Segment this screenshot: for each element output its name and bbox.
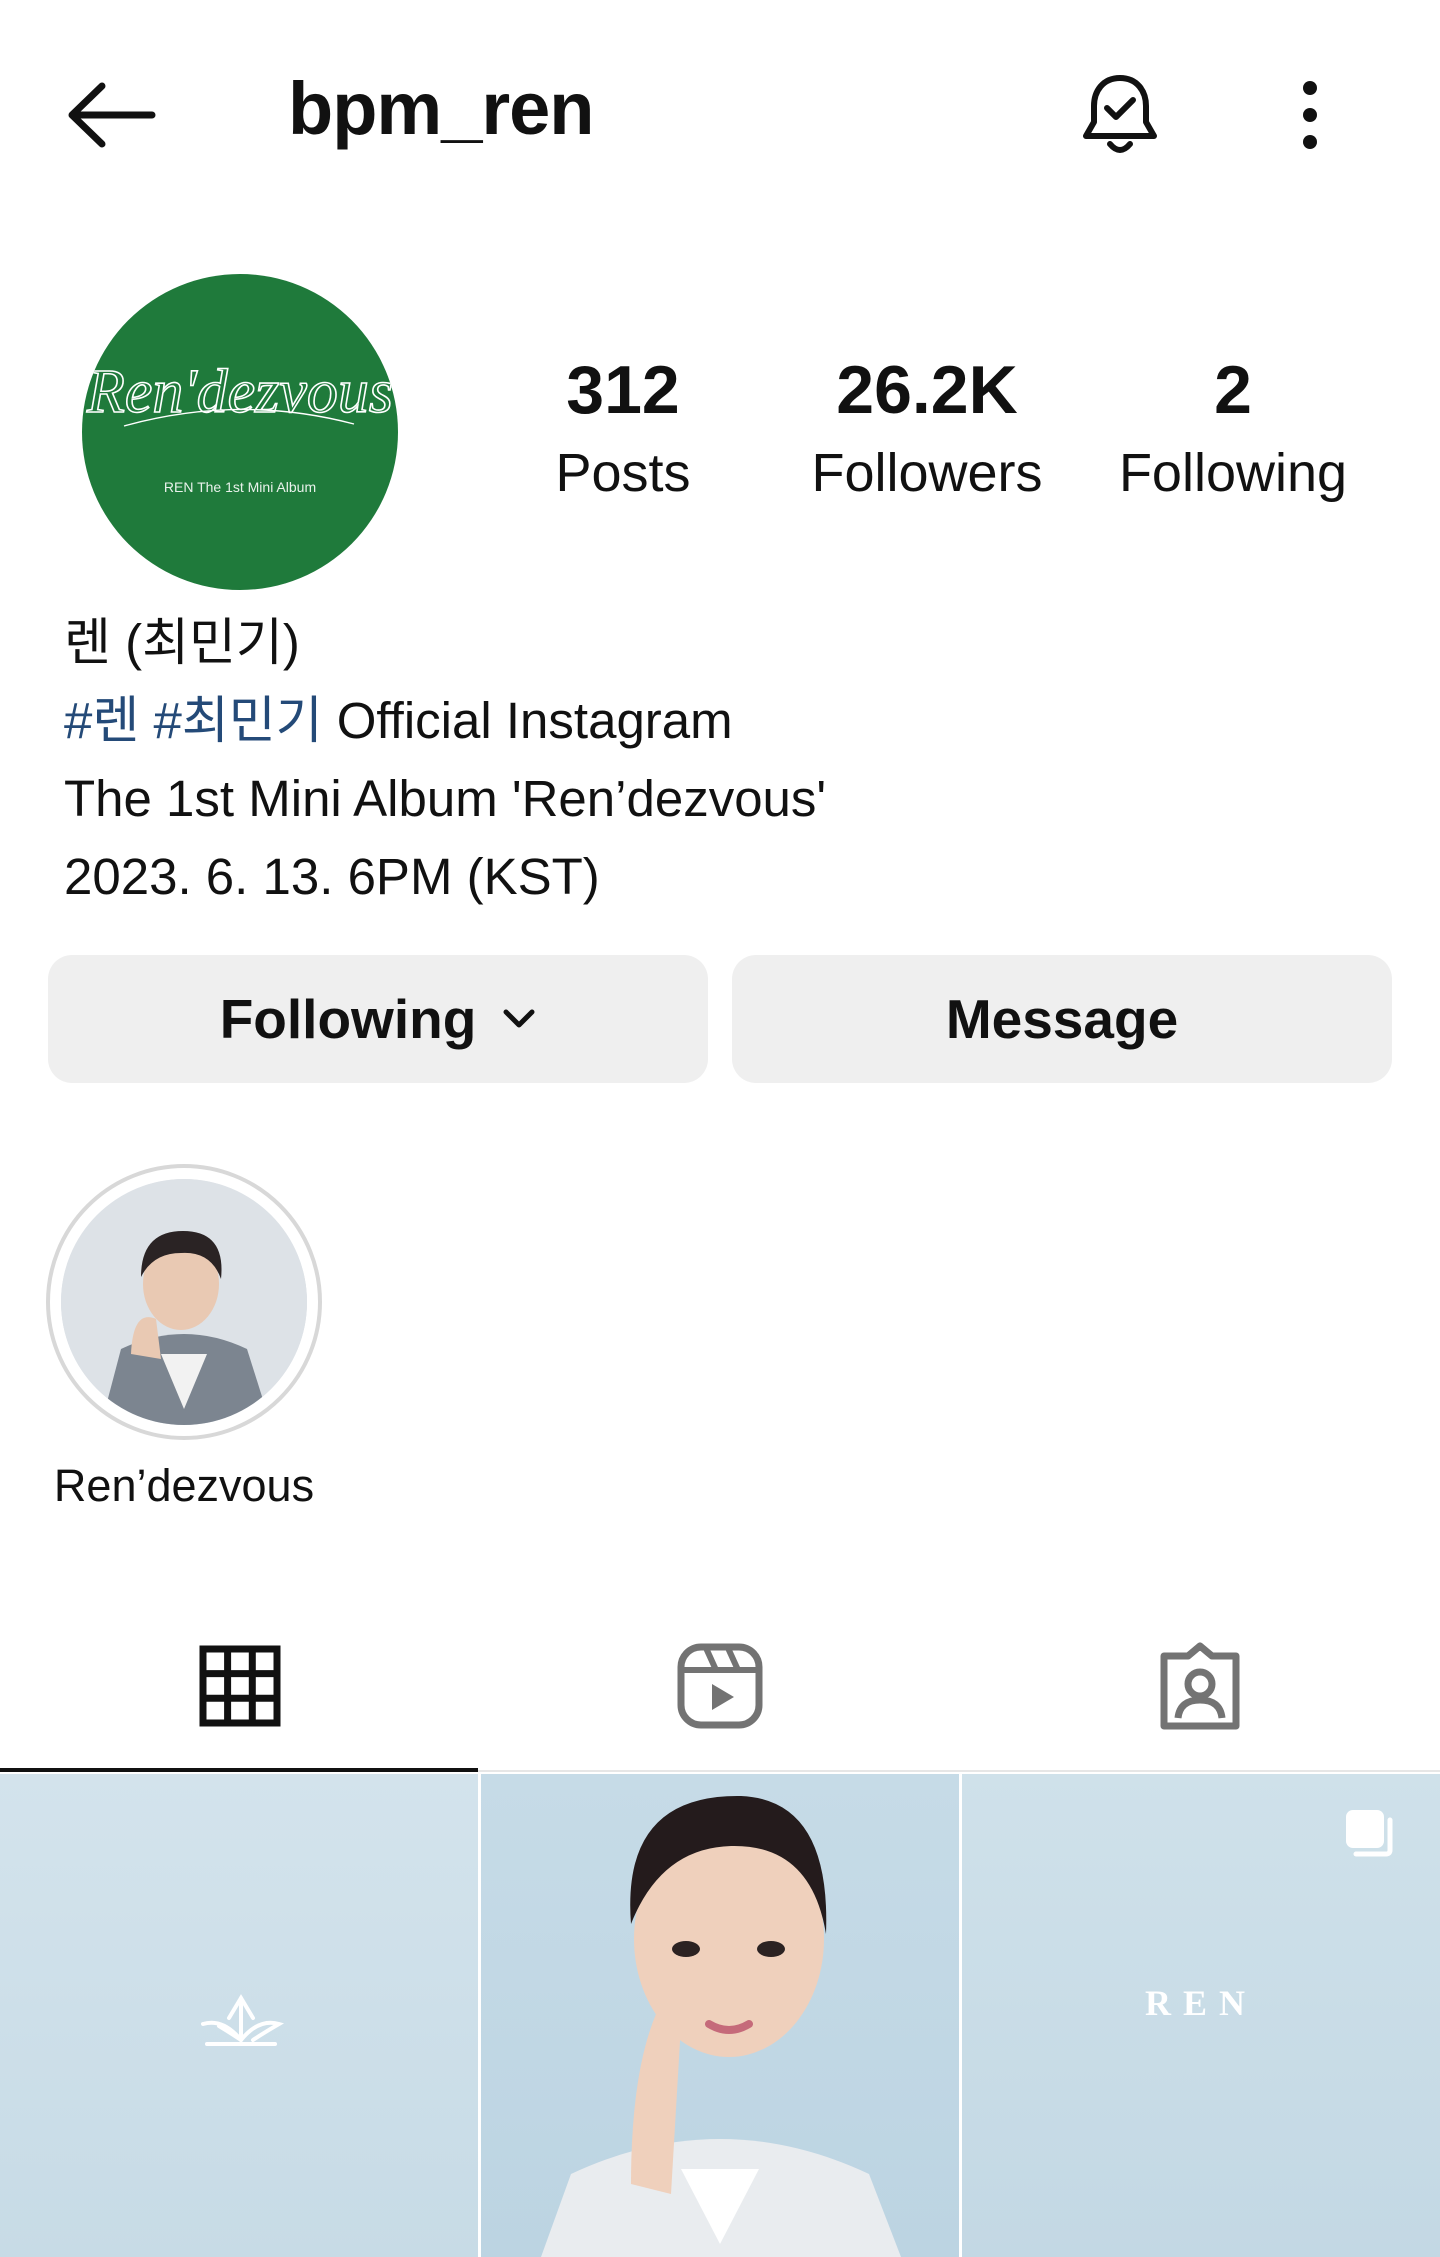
tab-tagged[interactable] xyxy=(960,1600,1440,1772)
posts-stat[interactable]: 312 Posts xyxy=(488,356,758,500)
avatar-subtext: REN The 1st Mini Album xyxy=(163,479,317,495)
display-name: 렌 (최민기) xyxy=(64,614,300,671)
hashtag-link[interactable]: #렌 xyxy=(64,692,139,749)
highlight-cover xyxy=(61,1179,307,1425)
tagged-icon xyxy=(1160,1642,1240,1730)
chevron-down-icon xyxy=(502,1008,536,1030)
svg-text:Ren'dezvous: Ren'dezvous xyxy=(86,358,393,426)
back-button[interactable] xyxy=(60,70,160,160)
grid-icon xyxy=(199,1645,281,1727)
crown-logo-icon xyxy=(201,1994,285,2046)
profile-tabs xyxy=(0,1600,1440,1772)
bio-text: Official Instagram xyxy=(322,692,733,749)
hashtag-link[interactable]: #최민기 xyxy=(153,692,322,749)
post-thumbnail[interactable] xyxy=(0,1774,478,2257)
tab-reels[interactable] xyxy=(480,1600,960,1772)
posts-count: 312 xyxy=(566,352,680,428)
notifications-button[interactable] xyxy=(1075,70,1165,160)
top-bar: bpm_ren xyxy=(0,0,1440,230)
highlight-label: Ren’dezvous xyxy=(53,1460,315,1511)
following-button-label: Following xyxy=(219,988,477,1050)
message-button-label: Message xyxy=(945,988,1179,1050)
posts-label: Posts xyxy=(555,443,691,503)
profile-username: bpm_ren xyxy=(288,67,595,150)
posts-grid: REN xyxy=(0,1774,1440,2257)
multiple-posts-icon xyxy=(1346,1810,1393,1857)
following-count: 2 xyxy=(1214,352,1252,428)
bio-line: The 1st Mini Album 'Ren’dezvous' xyxy=(64,770,827,827)
bio-line: #렌 #최민기 Official Instagram xyxy=(64,682,1404,760)
highlight-ring xyxy=(46,1164,322,1440)
followers-label: Followers xyxy=(811,443,1043,503)
post-thumbnail[interactable] xyxy=(481,1774,959,2257)
person-photo-icon xyxy=(541,1795,901,2257)
following-label: Following xyxy=(1118,443,1348,503)
story-highlight[interactable]: Ren’dezvous xyxy=(46,1164,322,1512)
post-thumbnail[interactable]: REN xyxy=(962,1774,1440,2257)
profile-bio: 렌 (최민기) #렌 #최민기 Official Instagram The 1… xyxy=(64,604,1404,916)
tab-posts-grid[interactable] xyxy=(0,1600,480,1772)
more-options-button[interactable] xyxy=(1275,70,1345,160)
active-tab-indicator xyxy=(0,1768,478,1772)
reels-icon xyxy=(677,1643,763,1729)
profile-avatar[interactable]: Ren'dezvous REN The 1st Mini Album xyxy=(82,274,398,590)
message-button[interactable]: Message xyxy=(732,955,1392,1083)
back-arrow-icon xyxy=(68,82,156,148)
following-button[interactable]: Following xyxy=(48,955,708,1083)
bell-check-icon xyxy=(1083,75,1157,153)
album-logo-icon: Ren'dezvous xyxy=(85,357,394,427)
more-vertical-icon xyxy=(1303,81,1317,149)
followers-count: 26.2K xyxy=(836,352,1018,428)
post-overlay-text: REN xyxy=(1144,1983,1257,2023)
followers-stat[interactable]: 26.2K Followers xyxy=(792,356,1062,500)
person-portrait-icon xyxy=(61,1179,307,1425)
bio-line: 2023. 6. 13. 6PM (KST) xyxy=(64,848,600,905)
following-stat[interactable]: 2 Following xyxy=(1098,356,1368,500)
